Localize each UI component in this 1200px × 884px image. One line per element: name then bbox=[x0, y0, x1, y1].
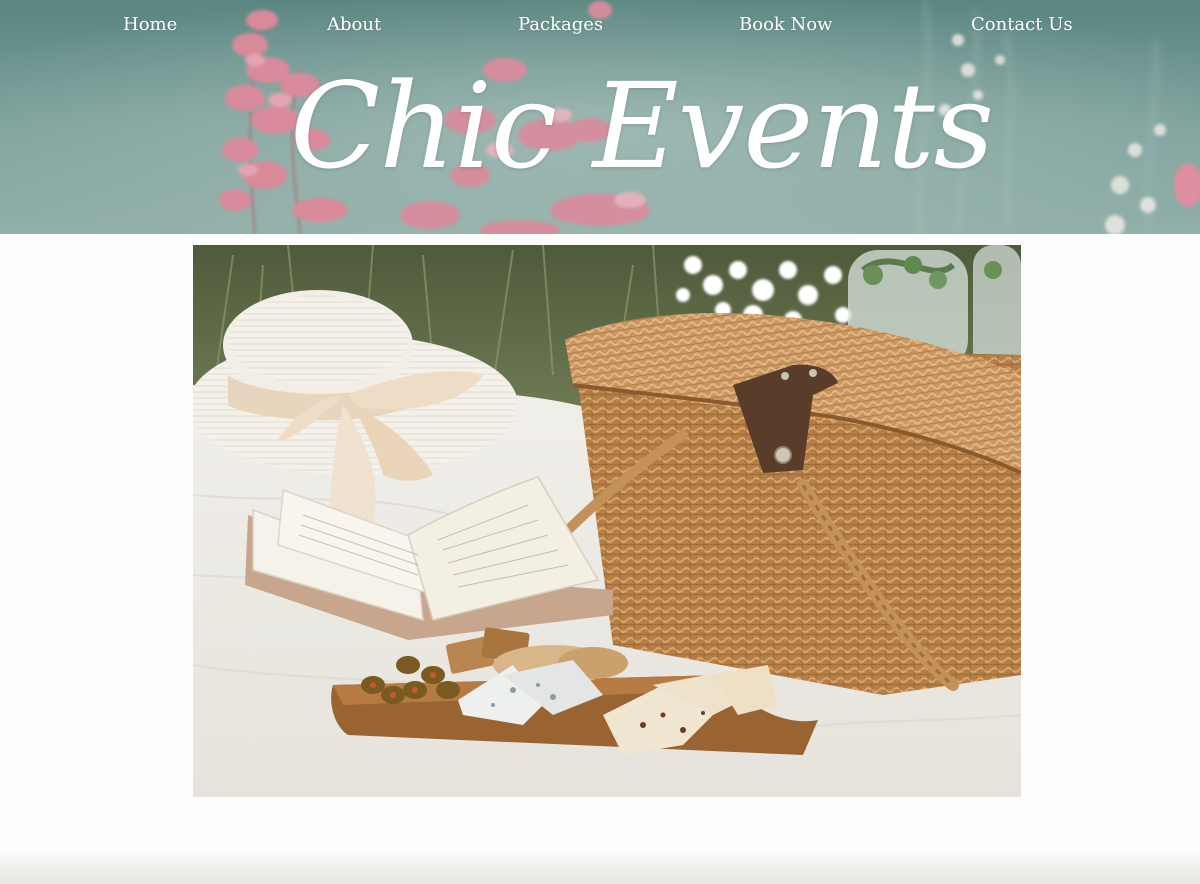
feature-image-picnic bbox=[193, 245, 1021, 797]
section-divider bbox=[0, 852, 1200, 884]
nav-link-about[interactable]: About bbox=[327, 12, 381, 38]
picnic-illustration bbox=[193, 245, 1021, 797]
hero-banner: Home About Packages Book Now Contact Us … bbox=[0, 0, 1200, 234]
page: Home About Packages Book Now Contact Us … bbox=[0, 0, 1200, 884]
nav-link-contact-us[interactable]: Contact Us bbox=[971, 12, 1073, 38]
nav-link-packages[interactable]: Packages bbox=[518, 12, 603, 38]
nav-link-book-now[interactable]: Book Now bbox=[739, 12, 833, 38]
main-nav: Home About Packages Book Now Contact Us bbox=[0, 12, 1200, 38]
brand-logo-title: Chic Events bbox=[290, 57, 994, 195]
nav-link-home[interactable]: Home bbox=[123, 12, 177, 38]
